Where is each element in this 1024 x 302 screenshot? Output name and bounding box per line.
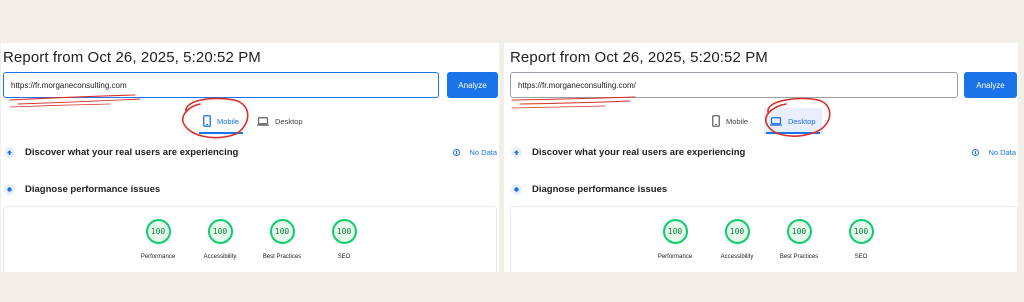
gauge-accessibility[interactable]: 100 Accessibility [190,219,250,260]
gauge-performance[interactable]: 100 Performance [645,219,705,260]
diagnose-heading: Diagnose performance issues [25,183,161,195]
tab-desktop[interactable]: Desktop [764,108,822,134]
gauge-best-practices[interactable]: 100 Best Practices [769,219,829,260]
score-label: Performance [140,254,176,260]
info-icon [453,148,461,156]
analyze-button[interactable]: Analyze [447,72,498,98]
tab-desktop[interactable]: Desktop [251,108,309,134]
no-data-label: No Data [469,147,497,157]
report-panel-desktop: Report from Oct 26, 2025, 5:20:52 PM Ana… [504,43,1018,272]
score-label: Accessibility [720,254,754,260]
score-label: SEO [854,254,868,260]
score-label: Accessibility [203,254,237,260]
gauge-dot-icon [511,183,522,195]
report-title: Report from Oct 26, 2025, 5:20:52 PM [510,49,768,66]
score-circle: 100 [724,219,750,244]
real-users-heading: Discover what your real users are experi… [532,146,746,158]
laptop-icon [770,116,782,126]
score-circle: 100 [269,219,295,244]
info-icon [972,148,980,156]
tab-mobile[interactable]: Mobile [706,108,754,134]
score-circle: 100 [331,219,357,244]
tab-desktop-label: Desktop [788,116,816,126]
phone-icon [203,115,211,127]
no-data-indicator[interactable]: No Data [972,144,1016,160]
analyze-button[interactable]: Analyze [964,72,1017,98]
score-circle: 100 [207,219,233,244]
gauge-best-practices[interactable]: 100 Best Practices [252,219,312,260]
score-label: Best Practices [779,254,819,260]
real-users-section[interactable]: Discover what your real users are experi… [1,144,499,160]
score-circle: 100 [786,219,812,244]
score-label: SEO [337,254,351,260]
tab-mobile-label: Mobile [217,116,240,126]
gauge-dot-icon [4,183,15,195]
score-circle: 100 [145,219,171,244]
tab-mobile-label: Mobile [726,116,749,126]
gauge-performance[interactable]: 100 Performance [128,219,188,260]
phone-icon [712,115,720,127]
real-users-heading: Discover what your real users are experi… [25,146,239,158]
diagnose-section: Diagnose performance issues [504,181,1018,197]
gauge-seo[interactable]: 100 SEO [314,219,374,260]
gauge-accessibility[interactable]: 100 Accessibility [707,219,767,260]
scores-card: 100 Performance 100 Accessibility 100 Be… [510,206,1018,272]
diagnose-section: Diagnose performance issues [1,181,499,197]
score-circle: 100 [662,219,688,244]
gauge-seo[interactable]: 100 SEO [831,219,891,260]
url-input[interactable] [510,72,958,98]
no-data-indicator[interactable]: No Data [453,144,497,160]
tab-desktop-label: Desktop [275,116,303,126]
real-users-section[interactable]: Discover what your real users are experi… [504,144,1018,160]
score-label: Performance [657,254,693,260]
score-circle: 100 [848,219,874,244]
laptop-icon [257,116,269,126]
url-input[interactable] [3,72,439,98]
upload-arrow-icon [511,146,522,158]
no-data-label: No Data [988,147,1016,157]
diagnose-heading: Diagnose performance issues [532,183,668,195]
upload-arrow-icon [4,146,15,158]
report-title: Report from Oct 26, 2025, 5:20:52 PM [3,49,261,66]
score-label: Best Practices [262,254,302,260]
report-panel-mobile: Report from Oct 26, 2025, 5:20:52 PM Ana… [1,43,499,272]
tab-mobile[interactable]: Mobile [197,108,245,134]
scores-card: 100 Performance 100 Accessibility 100 Be… [3,206,497,272]
